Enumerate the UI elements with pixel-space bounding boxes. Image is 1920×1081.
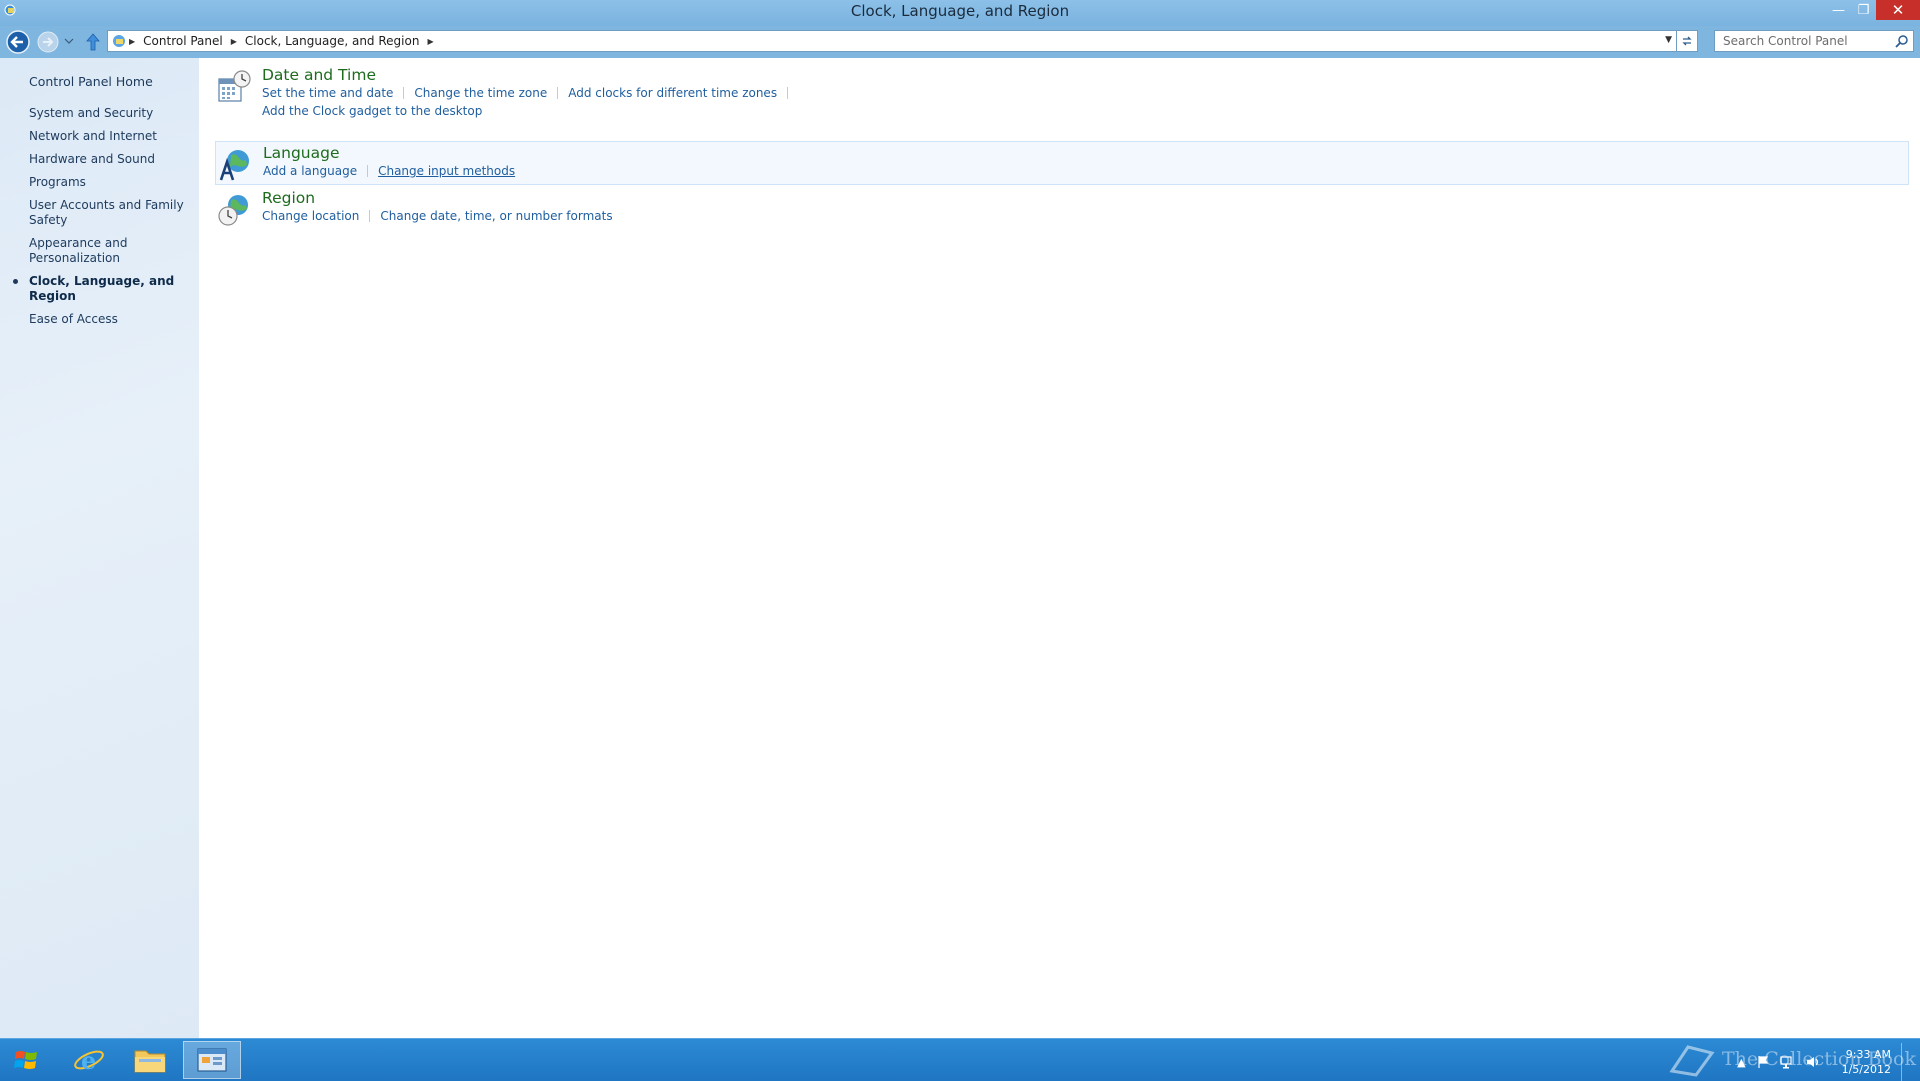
taskbar-clock[interactable]: 9:33 AM 1/5/2012 [1842, 1047, 1891, 1077]
book-logo-icon [1669, 1045, 1715, 1077]
link-divider [787, 87, 789, 99]
control-panel-icon [113, 35, 125, 47]
date-time-links-row2: Add the Clock gadget to the desktop [262, 104, 482, 118]
category-title-language[interactable]: Language [263, 144, 340, 162]
calendar-clock-icon[interactable] [217, 70, 251, 104]
category-title-region[interactable]: Region [262, 189, 315, 207]
set-time-date-link[interactable]: Set the time and date [262, 86, 403, 100]
svg-text:e: e [81, 1046, 96, 1075]
change-time-zone-link[interactable]: Change the time zone [414, 86, 557, 100]
taskbar-internet-explorer[interactable]: e [60, 1041, 118, 1079]
forward-button[interactable] [35, 29, 61, 55]
main-content: Date and Time Set the time and date Chang… [199, 58, 1920, 1038]
search-box[interactable] [1714, 30, 1914, 52]
sidebar-item-user-accounts[interactable]: User Accounts and Family Safety [29, 198, 194, 228]
breadcrumb-separator-icon[interactable]: ▶ [229, 37, 239, 46]
up-arrow-icon[interactable] [84, 32, 102, 52]
sidebar-item-ease-of-access[interactable]: Ease of Access [29, 312, 194, 327]
action-center-flag-icon[interactable] [1756, 1055, 1770, 1069]
breadcrumb-separator-icon[interactable]: ▶ [127, 37, 137, 46]
left-navigation-pane: Control Panel Home System and Security N… [0, 58, 199, 1038]
folder-icon [134, 1050, 166, 1073]
language-globe-icon[interactable] [218, 148, 252, 182]
sidebar-item-network-internet[interactable]: Network and Internet [29, 129, 194, 144]
refresh-button[interactable] [1676, 30, 1698, 52]
restore-button[interactable]: ❐ [1851, 0, 1876, 20]
control-panel-home-link[interactable]: Control Panel Home [29, 74, 153, 89]
add-clock-gadget-link[interactable]: Add the Clock gadget to the desktop [262, 104, 482, 118]
navigation-bar: ▶ Control Panel ▶ Clock, Language, and R… [0, 26, 1920, 58]
search-input[interactable] [1721, 33, 1895, 49]
minimize-button[interactable]: — [1826, 0, 1851, 20]
window-title: Clock, Language, and Region [850, 2, 1070, 20]
clock-time: 9:33 AM [1845, 1048, 1891, 1061]
start-button[interactable] [0, 1041, 52, 1079]
address-bar[interactable]: ▶ Control Panel ▶ Clock, Language, and R… [107, 30, 1677, 52]
link-divider [367, 165, 369, 177]
link-divider [369, 210, 371, 222]
clock-date: 1/5/2012 [1841, 1063, 1891, 1076]
change-input-methods-link[interactable]: Change input methods [378, 164, 525, 178]
refresh-icon [1682, 36, 1692, 46]
volume-icon[interactable] [1806, 1055, 1822, 1069]
category-date-time: Date and Time Set the time and date Chang… [215, 64, 1909, 124]
back-button[interactable] [4, 29, 32, 55]
change-formats-link[interactable]: Change date, time, or number formats [380, 209, 622, 223]
region-links: Change location Change date, time, or num… [262, 209, 623, 223]
taskbar: e The Collection Book ▲ 9:33 AM 1/5/2012 [0, 1038, 1920, 1081]
region-globe-clock-icon[interactable] [217, 193, 251, 227]
taskbar-control-panel[interactable] [183, 1041, 241, 1079]
title-bar: Clock, Language, and Region — ❐ ✕ [0, 0, 1920, 26]
show-desktop-button[interactable] [1901, 1043, 1910, 1081]
close-button[interactable]: ✕ [1876, 0, 1920, 20]
sidebar-item-programs[interactable]: Programs [29, 175, 194, 190]
system-tray: ▲ 9:33 AM 1/5/2012 [1737, 1043, 1910, 1081]
internet-explorer-icon: e [74, 1046, 104, 1075]
breadcrumb-separator-icon[interactable]: ▶ [425, 37, 435, 46]
taskbar-file-explorer[interactable] [121, 1041, 179, 1079]
category-region: Region Change location Change date, time,… [215, 187, 1909, 231]
category-language: Language Add a language Change input meth… [215, 141, 1909, 185]
sidebar-item-system-security[interactable]: System and Security [29, 106, 194, 121]
breadcrumb-control-panel[interactable]: Control Panel [137, 34, 229, 48]
link-divider [557, 87, 559, 99]
address-dropdown-icon[interactable]: ▼ [1665, 35, 1672, 45]
show-hidden-icons-icon[interactable]: ▲ [1737, 1056, 1745, 1069]
add-language-link[interactable]: Add a language [263, 164, 367, 178]
windows-logo-icon [14, 1051, 37, 1069]
breadcrumb-clock-language-region[interactable]: Clock, Language, and Region [239, 34, 426, 48]
add-clocks-link[interactable]: Add clocks for different time zones [568, 86, 787, 100]
control-panel-window-icon [197, 1048, 227, 1072]
language-links: Add a language Change input methods [263, 164, 525, 178]
link-divider [403, 87, 405, 99]
sidebar-item-hardware-sound[interactable]: Hardware and Sound [29, 152, 194, 167]
network-icon[interactable] [1779, 1055, 1796, 1069]
date-time-links: Set the time and date Change the time zon… [262, 86, 798, 100]
change-location-link[interactable]: Change location [262, 209, 369, 223]
category-list: System and Security Network and Internet… [13, 106, 194, 335]
search-icon[interactable] [1895, 34, 1909, 48]
category-title-date-time[interactable]: Date and Time [262, 66, 376, 84]
sidebar-item-appearance[interactable]: Appearance and Personalization [29, 236, 194, 266]
recent-locations-chevron-icon[interactable] [64, 37, 74, 45]
sidebar-item-clock-language-region: Clock, Language, and Region [13, 274, 194, 304]
window-controls: — ❐ ✕ [1826, 0, 1920, 20]
